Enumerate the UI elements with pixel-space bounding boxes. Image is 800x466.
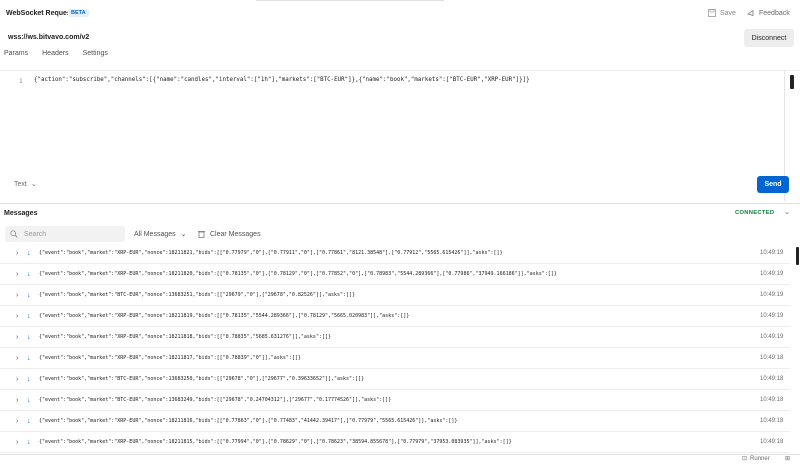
editor-code[interactable]: {"action":"subscribe","channels":[{"name… bbox=[34, 77, 530, 83]
megaphone-icon bbox=[747, 9, 754, 16]
message-content: {"event":"book","market":"XRP-EUR","nonc… bbox=[39, 250, 503, 256]
incoming-arrow-icon: ↓ bbox=[27, 396, 31, 404]
messages-scrollbar[interactable] bbox=[794, 243, 800, 454]
expand-chevron-icon[interactable]: › bbox=[16, 355, 18, 362]
messages-scroll-thumb[interactable] bbox=[796, 247, 799, 265]
message-editor[interactable]: 1 {"action":"subscribe","channels":[{"na… bbox=[0, 70, 800, 201]
search-placeholder: Search bbox=[24, 230, 47, 238]
incoming-arrow-icon: ↓ bbox=[27, 291, 31, 299]
message-time: 10:49:19 bbox=[760, 271, 784, 277]
feedback-button[interactable]: Feedback bbox=[747, 9, 790, 17]
feedback-label: Feedback bbox=[759, 9, 790, 17]
incoming-arrow-icon: ↓ bbox=[27, 312, 31, 320]
disconnect-button[interactable]: Disconnect bbox=[744, 29, 794, 47]
url-input[interactable]: wss://ws.bitvavo.com/v2 bbox=[8, 34, 89, 41]
save-icon bbox=[708, 9, 716, 17]
send-button[interactable]: Send bbox=[757, 176, 789, 193]
connection-status-badge: CONNECTED bbox=[735, 210, 775, 216]
messages-title: Messages bbox=[4, 210, 38, 217]
message-filter-select[interactable]: All Messages ⌄ bbox=[134, 230, 187, 239]
message-content: {"event":"book","market":"XRP-EUR","nonc… bbox=[39, 334, 331, 340]
layout-icon[interactable]: ⊞ bbox=[785, 455, 790, 462]
clear-label: Clear Messages bbox=[210, 230, 261, 238]
message-time: 10:49:19 bbox=[760, 292, 784, 298]
messages-header bbox=[0, 204, 800, 224]
incoming-arrow-icon: ↓ bbox=[27, 438, 31, 446]
top-divider bbox=[256, 0, 444, 1]
expand-chevron-icon[interactable]: › bbox=[16, 250, 18, 257]
message-time: 10:49:19 bbox=[760, 334, 784, 340]
chevron-down-icon: ⌄ bbox=[30, 181, 37, 188]
format-label: Text bbox=[14, 180, 27, 188]
incoming-arrow-icon: ↓ bbox=[27, 249, 31, 257]
message-row[interactable]: › ↓ {"event":"book","market":"XRP-EUR","… bbox=[0, 411, 790, 432]
status-bar bbox=[0, 454, 800, 466]
message-content: {"event":"book","market":"XRP-EUR","nonc… bbox=[39, 355, 301, 361]
request-title: WebSocket Request bbox=[6, 10, 74, 17]
incoming-arrow-icon: ↓ bbox=[27, 270, 31, 278]
request-tabs: Params Headers Settings bbox=[0, 50, 118, 64]
message-time: 10:49:18 bbox=[760, 376, 784, 382]
save-label: Save bbox=[720, 9, 736, 17]
tab-headers[interactable]: Headers bbox=[42, 50, 68, 64]
message-time: 10:49:18 bbox=[760, 439, 784, 445]
clear-messages-button[interactable]: Clear Messages bbox=[198, 230, 261, 238]
message-row[interactable]: › ↓ {"event":"book","market":"XRP-EUR","… bbox=[0, 348, 790, 369]
runner-label: Runner bbox=[750, 455, 770, 462]
url-bar bbox=[0, 28, 800, 48]
editor-footer bbox=[0, 174, 800, 196]
runner-button[interactable]: ⊡ Runner bbox=[742, 455, 770, 463]
message-content: {"event":"book","market":"BTC-EUR","nonc… bbox=[39, 292, 356, 298]
expand-chevron-icon[interactable]: › bbox=[16, 376, 18, 383]
expand-chevron-icon[interactable]: › bbox=[16, 439, 18, 446]
search-icon bbox=[10, 230, 18, 238]
message-content: {"event":"book","market":"BTC-EUR","nonc… bbox=[39, 397, 392, 403]
message-row[interactable]: › ↓ {"event":"book","market":"BTC-EUR","… bbox=[0, 390, 790, 411]
message-time: 10:49:19 bbox=[760, 313, 784, 319]
runner-icon: ⊡ bbox=[742, 456, 748, 462]
beta-badge: BETA bbox=[68, 9, 89, 17]
request-header: WebSocket Request BETA Save Feedback bbox=[0, 0, 800, 28]
trash-icon bbox=[198, 231, 205, 238]
incoming-arrow-icon: ↓ bbox=[27, 375, 31, 383]
expand-chevron-icon[interactable]: › bbox=[16, 334, 18, 341]
message-row[interactable]: › ↓ {"event":"book","market":"XRP-EUR","… bbox=[0, 264, 790, 285]
expand-chevron-icon[interactable]: › bbox=[16, 292, 18, 299]
messages-search-input[interactable]: Search bbox=[5, 226, 125, 242]
message-content: {"event":"book","market":"XRP-EUR","nonc… bbox=[39, 271, 557, 277]
message-content: {"event":"book","market":"XRP-EUR","nonc… bbox=[39, 439, 512, 445]
collapse-chevron-icon[interactable]: ⌄ bbox=[784, 208, 790, 216]
expand-chevron-icon[interactable]: › bbox=[16, 397, 18, 404]
message-content: {"event":"book","market":"XRP-EUR","nonc… bbox=[39, 418, 458, 424]
expand-chevron-icon[interactable]: › bbox=[16, 271, 18, 278]
chevron-down-icon: ⌄ bbox=[180, 231, 187, 238]
message-row[interactable]: › ↓ {"event":"book","market":"BTC-EUR","… bbox=[0, 285, 790, 306]
message-row[interactable]: › ↓ {"event":"book","market":"XRP-EUR","… bbox=[0, 243, 790, 264]
format-select[interactable]: Text ⌄ bbox=[14, 180, 37, 189]
save-button[interactable]: Save bbox=[708, 9, 736, 17]
tab-settings[interactable]: Settings bbox=[83, 50, 108, 64]
tab-params[interactable]: Params bbox=[4, 50, 28, 64]
incoming-arrow-icon: ↓ bbox=[27, 417, 31, 425]
filter-label: All Messages bbox=[134, 230, 176, 238]
messages-list: › ↓ {"event":"book","market":"XRP-EUR","… bbox=[0, 243, 790, 454]
incoming-arrow-icon: ↓ bbox=[27, 333, 31, 341]
message-content: {"event":"book","market":"BTC-EUR","nonc… bbox=[39, 376, 365, 382]
message-row[interactable]: › ↓ {"event":"book","market":"BTC-EUR","… bbox=[0, 369, 790, 390]
editor-scroll-thumb[interactable] bbox=[790, 75, 794, 89]
message-row[interactable]: › ↓ {"event":"book","market":"XRP-EUR","… bbox=[0, 327, 790, 348]
incoming-arrow-icon: ↓ bbox=[27, 354, 31, 362]
line-number: 1 bbox=[19, 78, 23, 85]
message-time: 10:49:18 bbox=[760, 418, 784, 424]
expand-chevron-icon[interactable]: › bbox=[16, 313, 18, 320]
expand-chevron-icon[interactable]: › bbox=[16, 418, 18, 425]
message-time: 10:49:18 bbox=[760, 397, 784, 403]
message-row[interactable]: › ↓ {"event":"book","market":"XRP-EUR","… bbox=[0, 432, 790, 453]
message-time: 10:49:18 bbox=[760, 355, 784, 361]
message-row[interactable]: › ↓ {"event":"book","market":"XRP-EUR","… bbox=[0, 306, 790, 327]
message-time: 10:49:19 bbox=[760, 250, 784, 256]
message-content: {"event":"book","market":"XRP-EUR","nonc… bbox=[39, 313, 410, 319]
